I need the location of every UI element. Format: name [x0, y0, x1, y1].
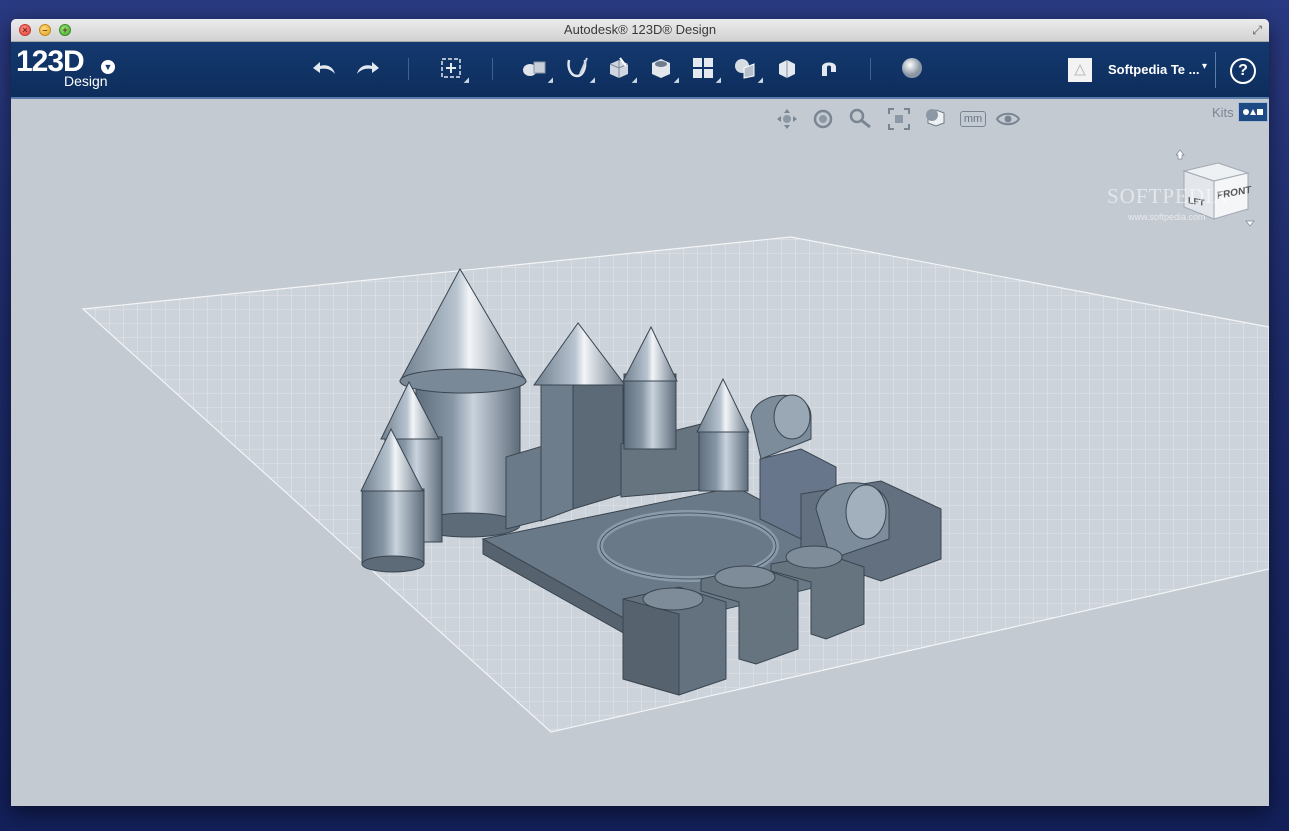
modify-icon: [652, 59, 670, 78]
toolbar-separator: [1215, 52, 1216, 88]
snap-button[interactable]: [813, 52, 845, 84]
title-bar: × – + Autodesk® 123D® Design ⤢: [11, 19, 1269, 42]
3d-viewport[interactable]: mm Kits LFT FRONT SOFTPEDIA www.softpedi…: [11, 99, 1269, 806]
toolbar-separator: [408, 58, 409, 80]
transform-icon: [441, 58, 461, 78]
construct-icon: [609, 57, 629, 78]
sketch-button[interactable]: ◢: [561, 52, 595, 84]
user-placeholder-icon: [1074, 63, 1086, 76]
kits-button[interactable]: [1238, 102, 1268, 122]
primitives-icon: [523, 61, 546, 76]
transform-button[interactable]: ◢: [435, 52, 469, 84]
window-title: Autodesk® 123D® Design: [563, 22, 717, 37]
redo-button[interactable]: [351, 52, 383, 84]
combine-icon: [779, 60, 795, 78]
snap-magnet-icon: [822, 62, 836, 76]
construct-button[interactable]: ◢: [603, 52, 637, 84]
home-view-icon: [1175, 149, 1185, 160]
zoom-icon[interactable]: [847, 107, 875, 131]
fit-icon[interactable]: [885, 107, 913, 131]
primitives-button[interactable]: ◢: [519, 52, 553, 84]
watermark-url: www.softpedia.com: [1128, 212, 1206, 222]
redo-arrow-icon: [357, 62, 379, 74]
viewcube-menu-icon: [1245, 220, 1255, 227]
units-label: mm: [959, 111, 987, 127]
main-toolbar: 123D Design ▼ ◢ ◢ ◢ ◢ ◢ ◢ ◢ Softpedia Te…: [11, 42, 1269, 99]
user-menu-chevron-icon[interactable]: ▾: [1202, 61, 1207, 72]
toolbar-separator: [492, 58, 493, 80]
undo-arrow-icon: [313, 62, 335, 74]
app-window: × – + Autodesk® 123D® Design ⤢ 123D Desi…: [11, 19, 1269, 806]
kits-label: Kits: [1212, 105, 1234, 120]
material-sphere-icon: [902, 58, 922, 78]
pattern-button[interactable]: ◢: [687, 52, 721, 84]
undo-button[interactable]: [309, 52, 341, 84]
pan-icon[interactable]: [773, 107, 801, 131]
pattern-icon: [693, 58, 713, 78]
help-button[interactable]: ?: [1230, 58, 1256, 84]
modify-button[interactable]: ◢: [645, 52, 679, 84]
watermark: SOFTPEDIA: [1107, 184, 1230, 208]
kits-shapes-icon: [1243, 109, 1263, 115]
user-name[interactable]: Softpedia Te ...: [1108, 62, 1200, 77]
grouping-icon: [735, 59, 755, 79]
units-icon[interactable]: mm: [957, 107, 989, 131]
combine-button[interactable]: [771, 52, 803, 84]
app-menu-chevron-icon[interactable]: ▼: [101, 60, 115, 74]
logo-subtext: Design: [64, 73, 108, 89]
visibility-icon[interactable]: [994, 107, 1022, 131]
avatar[interactable]: [1068, 58, 1092, 82]
fullscreen-icon[interactable]: ⤢: [1252, 23, 1262, 38]
material-button[interactable]: [896, 52, 928, 84]
orbit-icon[interactable]: [809, 107, 837, 131]
grouping-button[interactable]: ◢: [729, 52, 763, 84]
scene-canvas[interactable]: [11, 99, 1269, 806]
view-style-icon[interactable]: [921, 107, 949, 131]
sketch-icon: [567, 57, 588, 78]
app-logo[interactable]: 123D Design ▼: [16, 47, 115, 88]
toolbar-separator: [870, 58, 871, 80]
